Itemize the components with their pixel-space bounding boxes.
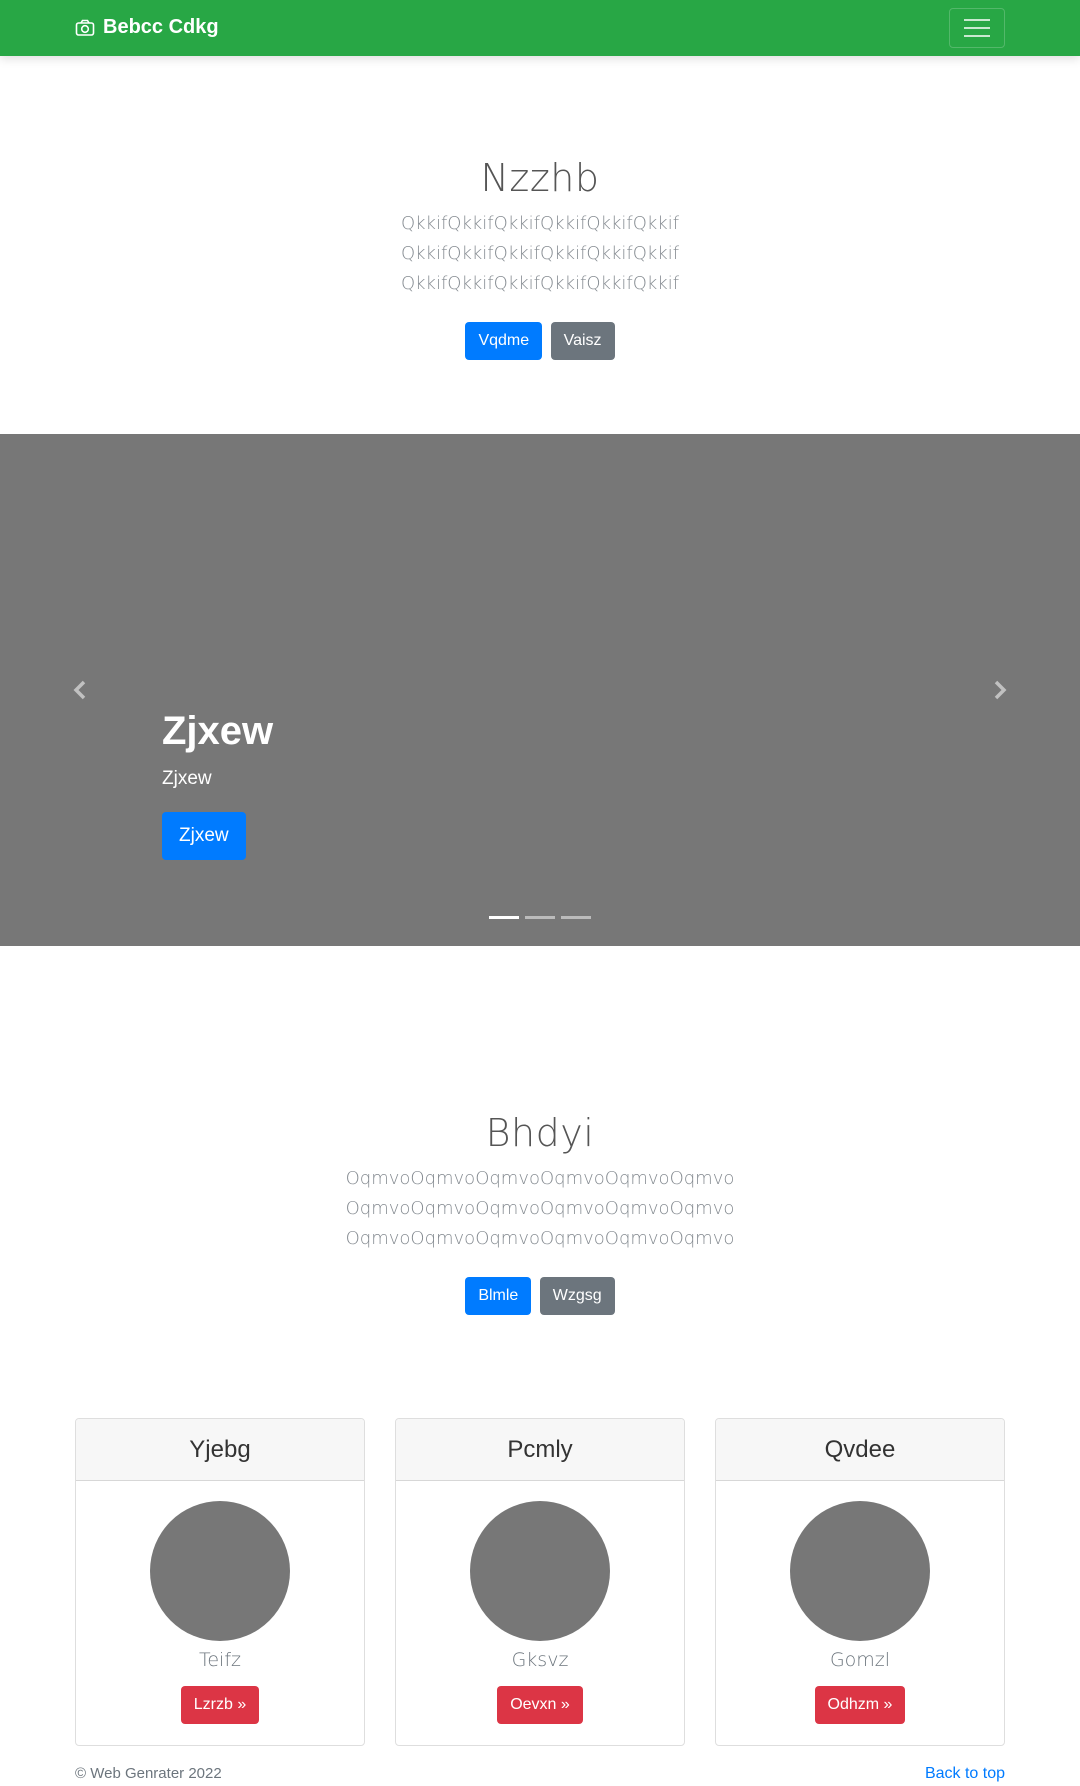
footer-copyright: © Web Genrater 2022 [75,1765,222,1782]
section-buttons: Blmle Wzgsg [0,1277,1080,1315]
carousel-indicator-3[interactable] [561,916,591,919]
hamburger-icon [964,19,990,21]
carousel-indicator-2[interactable] [525,916,555,919]
card-button[interactable]: Oevxn » [497,1686,583,1724]
camera-icon [75,19,95,36]
carousel-indicator-1[interactable] [489,916,519,919]
navbar: Bebcc Cdkg [0,0,1080,56]
card-header: Yjebg [76,1419,364,1481]
section-text: OqmvoOqmvoOqmvoOqmvoOqmvoOqmvo OqmvoOqmv… [345,1168,735,1249]
card-name: Gomzl [829,1649,891,1671]
avatar-image [470,1501,610,1641]
carousel-caption-title: Zjxew [162,709,274,753]
carousel-prev-button[interactable] [5,434,155,946]
back-to-top-link[interactable]: Back to top [925,1764,1005,1784]
carousel-caption-text: Zjxew [162,768,212,789]
hero-title: Nzzhb [480,156,600,200]
hero-primary-button[interactable]: Vqdme [465,322,543,360]
card: Yjebg Teifz Lzrzb » [75,1418,365,1746]
info-section: Bhdyi OqmvoOqmvoOqmvoOqmvoOqmvoOqmvo Oqm… [0,1110,1080,1315]
card-header: Qvdee [716,1419,1004,1481]
hero-buttons: Vqdme Vaisz [0,322,1080,360]
card: Pcmly Gksvz Oevxn » [395,1418,685,1746]
brand-label: Bebcc Cdkg [103,16,219,38]
carousel-caption: Zjxew Zjxew Zjxew [162,706,273,860]
hero-secondary-button[interactable]: Vaisz [550,322,615,360]
carousel: Zjxew Zjxew Zjxew [0,434,1080,946]
section-title: Bhdyi [485,1111,595,1155]
avatar-image [790,1501,930,1641]
hero-text: QkkifQkkifQkkifQkkifQkkifQkkif QkkifQkki… [400,213,680,294]
hero-section: Nzzhb QkkifQkkifQkkifQkkifQkkifQkkif Qkk… [0,155,1080,360]
navbar-toggler-button[interactable] [949,8,1005,48]
carousel-caption-button[interactable]: Zjxew [162,812,246,860]
chevron-left-icon [73,680,86,700]
chevron-right-icon [994,680,1007,700]
card-deck: Yjebg Teifz Lzrzb » Pcmly Gksvz Oevxn » … [75,1418,1005,1746]
card-button[interactable]: Odhzm » [814,1686,906,1724]
avatar-image [150,1501,290,1641]
navbar-brand[interactable]: Bebcc Cdkg [75,16,219,39]
carousel-indicators [0,916,1080,919]
card-header: Pcmly [396,1419,684,1481]
card-name: Gksvz [511,1649,569,1671]
carousel-next-button[interactable] [925,434,1075,946]
section-primary-button[interactable]: Blmle [465,1277,532,1315]
card-name: Teifz [198,1649,241,1671]
card-button[interactable]: Lzrzb » [180,1686,260,1724]
section-secondary-button[interactable]: Wzgsg [539,1277,615,1315]
card: Qvdee Gomzl Odhzm » [715,1418,1005,1746]
